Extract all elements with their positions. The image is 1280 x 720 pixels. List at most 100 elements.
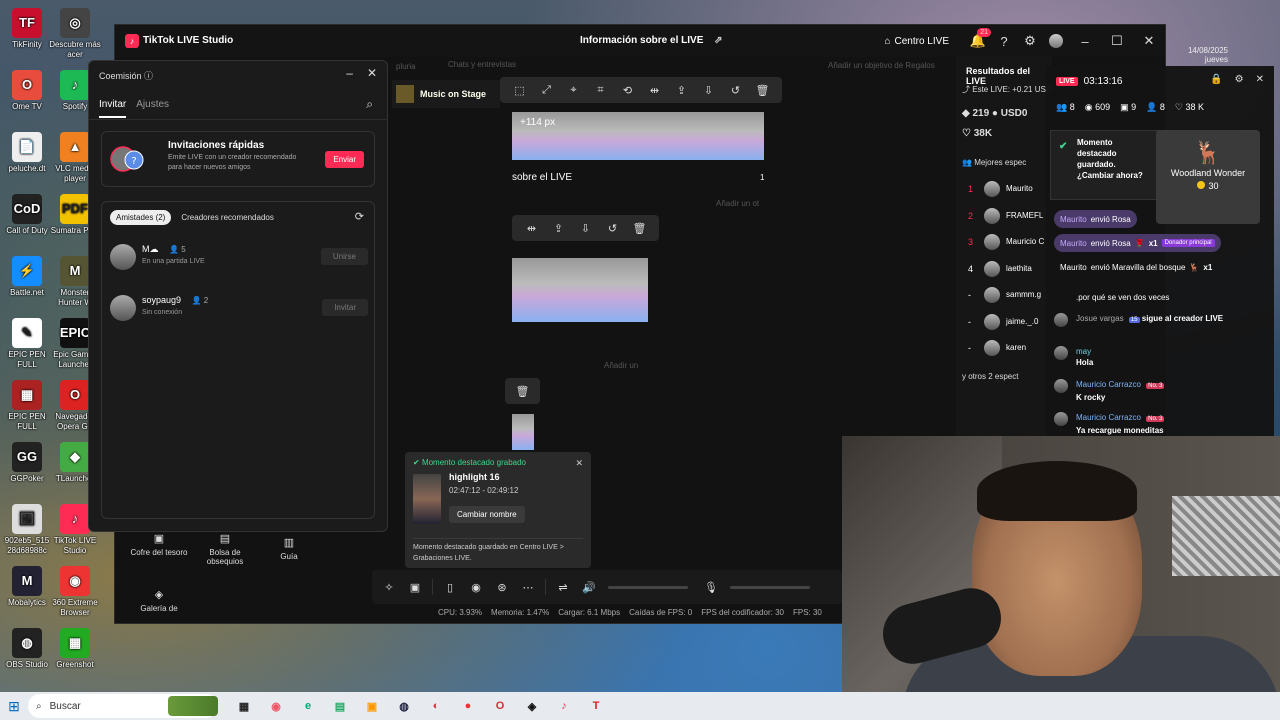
desktop-icon[interactable]: ✎ EPIC PEN FULL bbox=[0, 318, 54, 370]
desktop-icon[interactable]: 🖼 902eb5_515 28d68988c bbox=[0, 504, 54, 556]
rotate-icon[interactable]: ⟲ bbox=[614, 77, 641, 103]
fit-icon[interactable]: ⤢ bbox=[533, 77, 560, 103]
desktop-icon[interactable]: ◎ Descubre más acer bbox=[48, 8, 102, 60]
side-card-gallery[interactable]: ◈ Galería de bbox=[128, 588, 190, 613]
scene-source-2[interactable] bbox=[512, 258, 648, 322]
gear-icon[interactable]: ⚙ bbox=[1235, 74, 1244, 85]
avatar[interactable] bbox=[984, 287, 1000, 303]
highlight-thumbnail[interactable] bbox=[413, 474, 441, 524]
close-button[interactable]: ✕ bbox=[1133, 33, 1165, 49]
avatar[interactable] bbox=[984, 260, 1000, 277]
taskbar-app-icon[interactable]: ● bbox=[456, 694, 480, 718]
search-icon[interactable]: ⌕ bbox=[366, 97, 373, 112]
profile-avatar[interactable] bbox=[1043, 25, 1069, 57]
side-card-guide[interactable]: ▥ Guía bbox=[258, 536, 320, 561]
viewer-name[interactable]: jaime._.0 bbox=[1006, 317, 1038, 326]
live-info-title[interactable]: Información sobre el LIVE ⇗ bbox=[580, 35, 723, 46]
magic-icon[interactable]: ✧ bbox=[376, 581, 402, 594]
taskbar-app-icon[interactable]: ◍ bbox=[392, 694, 416, 718]
avatar[interactable] bbox=[984, 313, 1000, 330]
taskbar-app-icon[interactable]: ◐ bbox=[424, 694, 448, 718]
flip-icon[interactable]: ⇹ bbox=[518, 215, 545, 241]
mic-icon[interactable]: 🎙 bbox=[698, 581, 724, 594]
trash-icon[interactable]: 🗑 bbox=[626, 215, 653, 241]
highlight-icon[interactable]: ⊛ bbox=[489, 581, 515, 594]
invite-button[interactable]: Invitar bbox=[322, 299, 368, 316]
help-icon[interactable]: ? bbox=[991, 25, 1017, 57]
taskbar-app-icon[interactable]: ▤ bbox=[328, 694, 352, 718]
share-icon[interactable]: ⇗ bbox=[714, 35, 722, 46]
info-icon[interactable]: ⓘ bbox=[144, 71, 153, 81]
tab-invitar[interactable]: Invitar bbox=[99, 99, 127, 118]
record-icon[interactable]: ◉ bbox=[463, 581, 489, 594]
speaker-icon[interactable]: 🔊 bbox=[576, 581, 602, 594]
mixer-icon[interactable]: ⇌ bbox=[550, 581, 576, 594]
notifications-button[interactable]: 🔔 21 bbox=[965, 25, 991, 57]
taskbar-app-icon[interactable]: ◈ bbox=[520, 694, 544, 718]
viewer-name[interactable]: laethita bbox=[1006, 264, 1032, 273]
mic-volume-slider[interactable] bbox=[730, 585, 810, 589]
desktop-icon[interactable]: ▦ EPIC PEN FULL bbox=[0, 380, 54, 432]
viewer-name[interactable]: FRAMEFL bbox=[1006, 211, 1043, 220]
viewer-name[interactable]: Mauricio C bbox=[1006, 237, 1044, 246]
send-button[interactable]: Enviar bbox=[325, 151, 364, 168]
centro-live-button[interactable]: ⌂ Centro LIVE bbox=[884, 36, 949, 47]
viewer-name[interactable]: Maurito bbox=[1006, 184, 1033, 193]
taskbar-app-icon[interactable]: ♪ bbox=[552, 694, 576, 718]
phone-icon[interactable]: ▯ bbox=[437, 581, 463, 594]
close-icon[interactable]: ✕ bbox=[367, 66, 377, 80]
crop-icon[interactable]: ⌗ bbox=[587, 77, 614, 103]
trash-icon[interactable]: 🗑 bbox=[509, 378, 536, 404]
close-icon[interactable]: ✕ bbox=[1256, 74, 1264, 85]
close-icon[interactable]: ✕ bbox=[575, 458, 583, 469]
scene-source-3[interactable] bbox=[512, 414, 534, 450]
highlight-saved-note[interactable]: ✔ Momento destacado guardado. ¿Cambiar a… bbox=[1050, 130, 1160, 200]
taskbar-app-icon[interactable]: ▦ bbox=[232, 694, 256, 718]
side-card-treasure[interactable]: ▣ Cofre del tesoro bbox=[128, 532, 190, 557]
viewer-name[interactable]: karen bbox=[1006, 343, 1026, 352]
tab-recommended[interactable]: Creadores recomendados bbox=[177, 210, 278, 225]
lock-icon[interactable]: 🔒 bbox=[1210, 74, 1222, 85]
desktop-icon[interactable]: ▦ Greenshot bbox=[48, 628, 102, 680]
desktop-icon[interactable]: CoD Call of Duty bbox=[0, 194, 54, 246]
minimize-button[interactable]: – bbox=[346, 66, 353, 80]
taskbar-search[interactable]: ⌕ Buscar bbox=[28, 694, 218, 718]
taskbar-app-icon[interactable]: O bbox=[488, 694, 512, 718]
desktop-icon[interactable]: ⚡ Battle.net bbox=[0, 256, 54, 308]
windows-start-icon[interactable]: ⊞ bbox=[0, 698, 28, 715]
select-icon[interactable]: ⬚ bbox=[506, 77, 533, 103]
side-card-gift-bag[interactable]: ▤ Bolsa de obsequios bbox=[194, 532, 256, 566]
avatar[interactable] bbox=[984, 207, 1000, 224]
trash-icon[interactable]: 🗑 bbox=[749, 77, 776, 103]
undo-icon[interactable]: ↺ bbox=[722, 77, 749, 103]
desktop-icon[interactable]: O Ome TV bbox=[0, 70, 54, 122]
layer-up-icon[interactable]: ⇪ bbox=[668, 77, 695, 103]
avatar[interactable] bbox=[984, 234, 1000, 250]
minimize-button[interactable]: – bbox=[1069, 34, 1101, 49]
taskbar-app-icon[interactable]: ▣ bbox=[360, 694, 384, 718]
desktop-icon[interactable]: M Mobalytics bbox=[0, 566, 54, 618]
music-on-stage-widget[interactable]: Music on Stage bbox=[392, 80, 500, 108]
tab-friends[interactable]: Amistades (2) bbox=[110, 210, 172, 225]
avatar[interactable] bbox=[984, 181, 1000, 197]
speaker-volume-slider[interactable] bbox=[608, 585, 688, 589]
best-viewers-header[interactable]: 👥 Mejores espec bbox=[962, 158, 1026, 167]
maximize-button[interactable]: ☐ bbox=[1101, 33, 1133, 49]
avatar[interactable] bbox=[984, 340, 1000, 356]
tab-ajustes[interactable]: Ajustes bbox=[136, 99, 169, 118]
taskbar-app-icon[interactable]: ◉ bbox=[264, 694, 288, 718]
desktop-icon[interactable]: GG GGPoker bbox=[0, 442, 54, 494]
desktop-icon[interactable]: ◉ 360 Extreme Browser bbox=[48, 566, 102, 618]
center-icon[interactable]: ⌖ bbox=[560, 77, 587, 103]
layer-down-icon[interactable]: ⇩ bbox=[572, 215, 599, 241]
taskbar-app-icon[interactable]: T bbox=[584, 694, 608, 718]
gear-icon[interactable]: ⚙ bbox=[1017, 25, 1043, 57]
desktop-icon[interactable]: TF TikFinity bbox=[0, 8, 54, 60]
join-button[interactable]: Unirse bbox=[320, 248, 368, 265]
undo-icon[interactable]: ↺ bbox=[599, 215, 626, 241]
refresh-icon[interactable]: ⟳ bbox=[355, 210, 364, 223]
layout-icon[interactable]: ▣ bbox=[402, 581, 428, 594]
desktop-icon[interactable]: ◍ OBS Studio bbox=[0, 628, 54, 680]
layer-up-icon[interactable]: ⇪ bbox=[545, 215, 572, 241]
rename-button[interactable]: Cambiar nombre bbox=[449, 506, 525, 523]
